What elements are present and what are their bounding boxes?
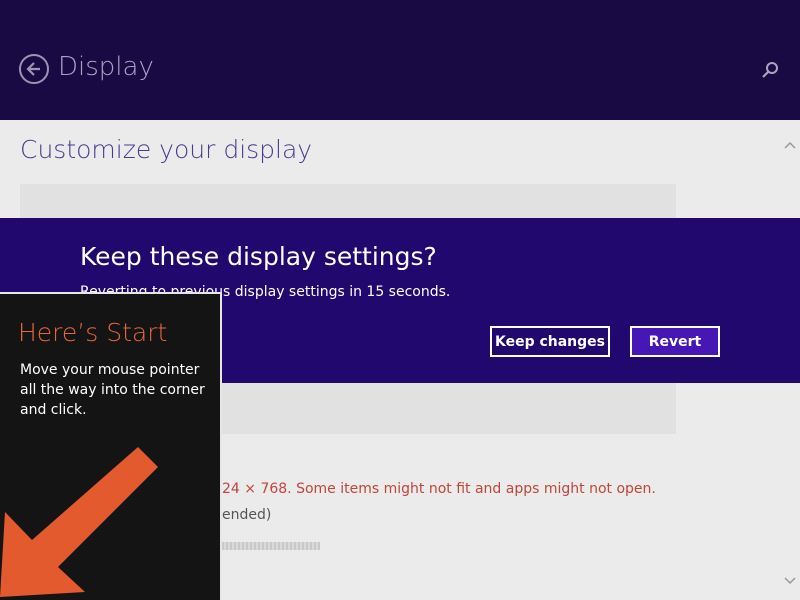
page-title: Display <box>58 52 154 82</box>
resolution-slider[interactable] <box>222 542 320 550</box>
dialog-title: Keep these display settings? <box>80 242 437 271</box>
tip-title: Here’s Start <box>18 318 168 347</box>
scroll-down-icon[interactable] <box>784 570 796 589</box>
search-icon[interactable] <box>760 60 780 80</box>
tip-body: Move your mouse pointer all the way into… <box>20 362 205 418</box>
corner-arrow-icon <box>0 447 158 597</box>
resolution-recommended-label: ended) <box>222 507 272 523</box>
back-button[interactable] <box>19 54 49 84</box>
revert-button[interactable]: Revert <box>630 326 720 357</box>
scroll-up-icon[interactable] <box>784 134 796 153</box>
start-tip-panel: Here’s Start Move your mouse pointer all… <box>0 292 222 600</box>
resolution-warning: 24 × 768. Some items might not fit and a… <box>222 481 656 497</box>
back-arrow-icon <box>26 62 40 76</box>
app-header: Display <box>0 0 800 120</box>
section-title: Customize your display <box>20 135 313 164</box>
keep-changes-button[interactable]: Keep changes <box>490 326 610 357</box>
